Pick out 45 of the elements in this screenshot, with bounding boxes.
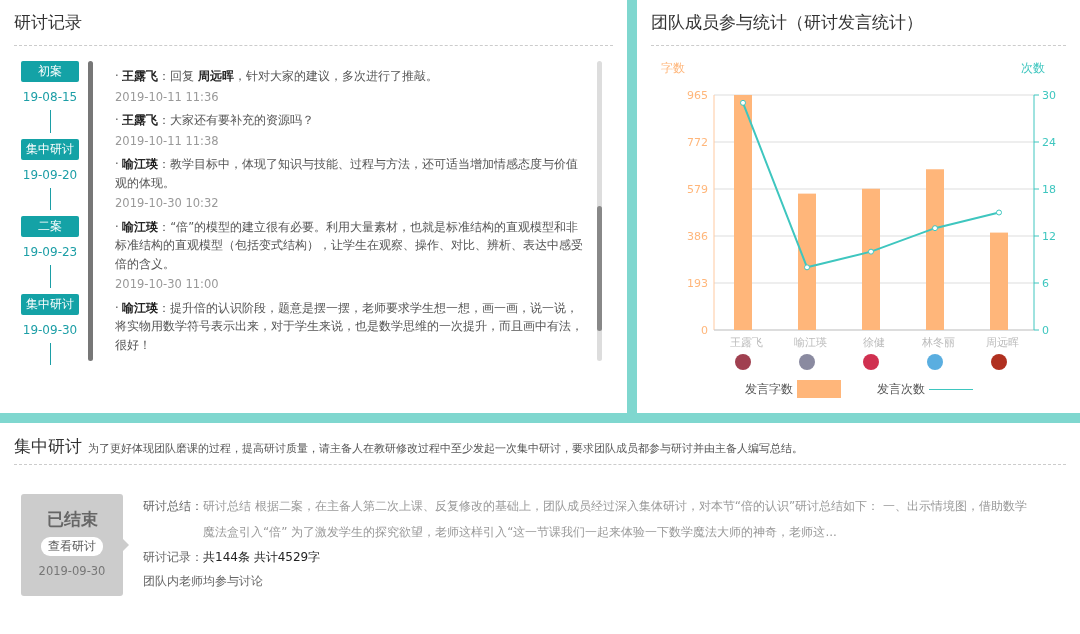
summary-text: 研讨总结 根据二案，在主备人第二次上课、反复修改的基础上，团队成员经过深入集体研讨，对本节“倍的认识”研讨总结如下： 一、出示情境图，借助数学魔法盒引入“倍” 为了激发学生的探究欲望，老师这样引入“这一节课我们一起来体验一下数学魔法大师的神奇，老师这... bbox=[203, 498, 1029, 541]
comment-text: · 喻江瑛：提升倍的认识阶段，题意是摆一摆，老师要求学生想一想，画一画，说一说，将实物用数学符号表示出来，对于学生来说，也是数学思维的一次提升，而且画中有法，很好！ bbox=[115, 299, 583, 354]
left-axis-title: 字数 bbox=[661, 61, 685, 75]
records-count: 共144条 共计4529字 bbox=[203, 549, 321, 566]
axis-tick-label: 6 bbox=[1042, 277, 1049, 290]
comment-text: · 王露飞：回复 周远晖，针对大家的建议，多次进行了推敲。 bbox=[115, 68, 439, 85]
timeline-date: 19-09-20 bbox=[22, 167, 78, 182]
axis-tick-label: 0 bbox=[1042, 324, 1049, 337]
axis-tick-label: 579 bbox=[687, 183, 708, 196]
axis-tick-label: 0 bbox=[701, 324, 708, 337]
panel-title: 团队成员参与统计（研讨发言统计） bbox=[651, 11, 923, 34]
axis-tick-label: 386 bbox=[687, 230, 708, 243]
legend-label: 发言字数 bbox=[744, 380, 793, 398]
category-label: 林冬丽 bbox=[921, 336, 955, 348]
discussion-date: 2019-09-30 bbox=[38, 564, 106, 578]
axis-tick-label: 30 bbox=[1042, 89, 1056, 102]
category-label: 王露飞 bbox=[729, 336, 763, 348]
category-label: 喻江瑛 bbox=[793, 336, 827, 348]
right-axis-title: 次数 bbox=[1021, 61, 1045, 75]
timeline-date: 19-09-23 bbox=[22, 245, 78, 259]
field-label: 研讨记录： bbox=[143, 549, 203, 566]
axis-tick-label: 193 bbox=[687, 277, 708, 290]
comment-time: 2019-10-30 11:00 bbox=[115, 276, 220, 293]
status-text: 已结束 bbox=[46, 508, 98, 531]
field-label: 研讨总结： bbox=[143, 498, 203, 515]
timeline-date: 19-08-15 bbox=[22, 90, 78, 104]
category-label: 周远晖 bbox=[985, 336, 1019, 348]
note-text: 团队内老师均参与讨论 bbox=[143, 573, 264, 590]
panel-title: 研讨记录 bbox=[14, 11, 82, 34]
panel-description: 为了更好体现团队磨课的过程，提高研讨质量，请主备人在教研修改过程中至少发起一次集中研讨，要求团队成员都参与研讨并由主备人编写总结。 bbox=[88, 442, 803, 456]
legend-label: 发言次数 bbox=[876, 380, 925, 398]
comment-time: 2019-10-11 11:36 bbox=[115, 88, 220, 106]
comment-time: 2019-10-11 11:38 bbox=[115, 132, 220, 150]
comment-time: 2019-10-30 10:32 bbox=[115, 195, 220, 212]
axis-tick-label: 12 bbox=[1042, 230, 1056, 243]
category-label: 徐健 bbox=[863, 336, 885, 348]
axis-tick-label: 965 bbox=[687, 89, 708, 102]
timeline-date: 19-09-30 bbox=[22, 322, 78, 337]
panel-title: 集中研讨 bbox=[14, 435, 82, 458]
axis-tick-label: 18 bbox=[1042, 183, 1056, 196]
axis-tick-label: 772 bbox=[687, 136, 708, 149]
comment-text: · 喻江瑛：教学目标中，体现了知识与技能、过程与方法，还可适当增加情感态度与价值观的体现。 bbox=[115, 156, 580, 192]
comment-text: · 王露飞：大家还有要补充的资源吗？ bbox=[115, 112, 316, 129]
comment-text: · 喻江瑛：“倍”的模型的建立很有必要。利用大量素材，也就是标准结构的直观模型和非标准结构的直观模型（包括变式结构），让学生在观察、操作、对比、辨析、表达中感受倍的含义。 bbox=[115, 218, 583, 273]
axis-tick-label: 24 bbox=[1042, 136, 1056, 149]
